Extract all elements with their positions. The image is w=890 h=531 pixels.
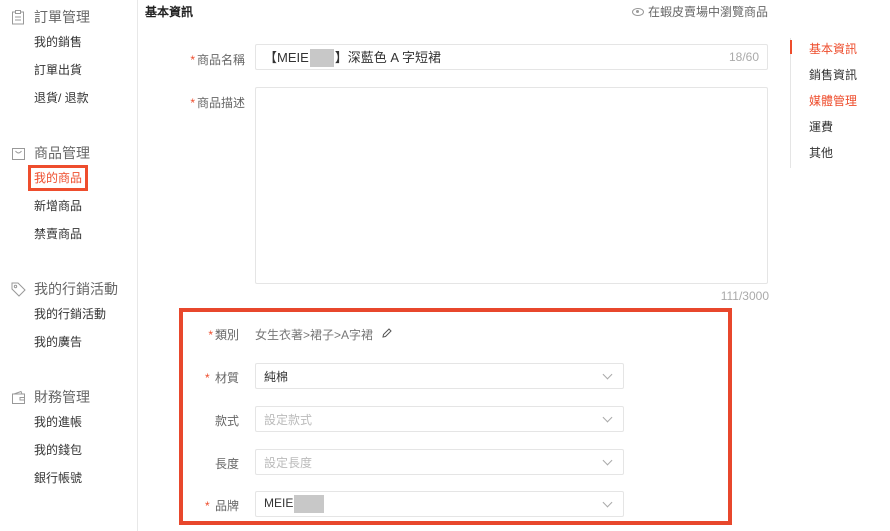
sidebar-item-my-campaigns[interactable]: 我的行銷活動 [0,300,138,328]
nav-group-marketing: 我的行銷活動 我的行銷活動 我的廣告 [0,278,138,356]
redacted-block [309,49,334,68]
nav-group-title: 我的行銷活動 [34,281,118,297]
sidebar-item-income[interactable]: 我的進帳 [0,408,138,436]
anchor-media[interactable]: 媒體管理 [790,90,890,116]
product-name-label: * 商品名稱 [190,53,245,67]
category-label: * 類別 [208,328,239,342]
product-name-counter: 18/60 [728,50,759,64]
brand-label: * 品牌 [204,499,239,513]
nav-group-header-marketing[interactable]: 我的行銷活動 [0,278,138,300]
chevron-down-icon [602,455,613,465]
nav-group-header-orders[interactable]: 訂單管理 [0,6,138,28]
nav-group-title: 財務管理 [34,389,90,405]
anchor-basic-info[interactable]: 基本資訊 [790,38,890,64]
shopping-bag-icon [10,145,26,161]
sidebar-item-bank-account[interactable]: 銀行帳號 [0,464,138,492]
product-name-value: 【MEIE 】深藍色 A 字短裙 [264,47,729,68]
eye-icon [631,7,644,16]
product-name-input[interactable]: 【MEIE 】深藍色 A 字短裙 18/60 [255,44,768,70]
section-title: 基本資訊 [145,5,194,19]
sidebar-item-add-product[interactable]: 新增商品 [0,192,138,220]
tag-icon [10,281,26,297]
nav-group-finance: 財務管理 我的進帳 我的錢包 銀行帳號 [0,386,138,492]
sidebar-item-banned-products[interactable]: 禁賣商品 [0,220,138,248]
chevron-down-icon [602,369,613,379]
sidebar-item-my-sales[interactable]: 我的銷售 [0,28,138,56]
material-select[interactable]: 純棉 [255,363,624,389]
redacted-block [294,495,325,513]
product-description-counter: 111/3000 [720,289,769,303]
length-label: 長度 [214,457,239,471]
product-description-textarea[interactable] [255,87,768,284]
anchor-sales-info[interactable]: 銷售資訊 [790,64,890,90]
style-label: 款式 [214,414,239,428]
sidebar: 訂單管理 我的銷售 訂單出貨 退貨/ 退款 商品管理 我的商品 新增商品 禁賣商… [0,0,138,531]
basic-info-panel: 基本資訊 在蝦皮賣場中瀏覽商品 * 商品名稱 【MEIE 】深藍色 A 字短裙 18… [139,0,780,531]
edit-pencil-icon[interactable] [381,327,393,342]
nav-group-header-products[interactable]: 商品管理 [0,142,138,164]
sidebar-item-wallet[interactable]: 我的錢包 [0,436,138,464]
brand-select[interactable]: MEIE [255,491,624,517]
material-label: * 材質 [204,371,239,385]
sidebar-item-my-products[interactable]: 我的商品 [0,164,138,192]
category-value: 女生衣著>裙子>A字裙 [255,326,393,343]
chevron-down-icon [602,412,613,422]
sidebar-item-my-ads[interactable]: 我的廣告 [0,328,138,356]
clipboard-icon [10,9,26,25]
anchor-other[interactable]: 其他 [790,142,890,168]
nav-group-header-finance[interactable]: 財務管理 [0,386,138,408]
nav-group-orders: 訂單管理 我的銷售 訂單出貨 退貨/ 退款 [0,6,138,112]
section-anchor-nav: 基本資訊 銷售資訊 媒體管理 運費 其他 [790,38,890,168]
length-select[interactable]: 設定長度 [255,449,624,475]
nav-group-title: 商品管理 [34,145,90,161]
sidebar-item-returns[interactable]: 退貨/ 退款 [0,84,138,112]
chevron-down-icon [602,497,613,507]
nav-group-title: 訂單管理 [34,9,90,25]
preview-in-shop-link[interactable]: 在蝦皮賣場中瀏覽商品 [631,3,768,20]
sidebar-item-shipment[interactable]: 訂單出貨 [0,56,138,84]
product-description-label: * 商品描述 [190,96,245,110]
anchor-shipping[interactable]: 運費 [790,116,890,142]
nav-group-products: 商品管理 我的商品 新增商品 禁賣商品 [0,142,138,248]
style-select[interactable]: 設定款式 [255,406,624,432]
wallet-icon [10,389,26,405]
